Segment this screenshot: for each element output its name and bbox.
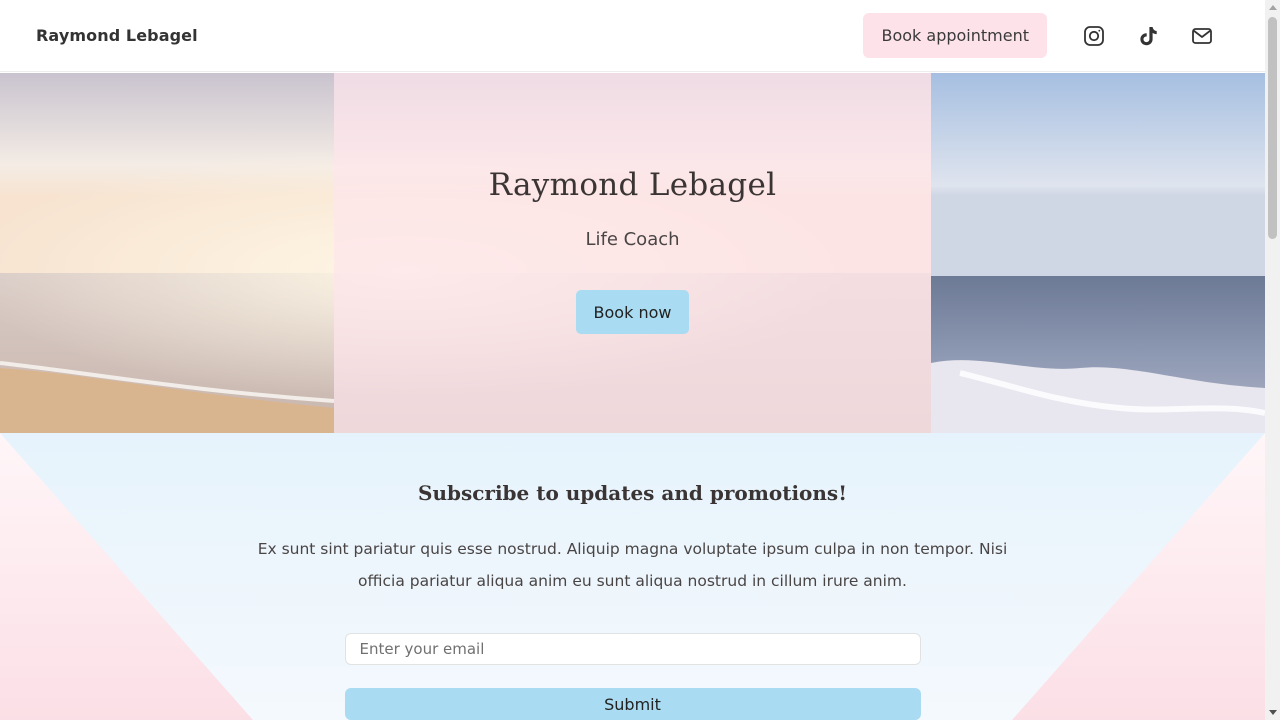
subscribe-title: Subscribe to updates and promotions! xyxy=(418,481,847,505)
vertical-scrollbar[interactable] xyxy=(1265,0,1280,720)
header-actions: Book appointment xyxy=(863,13,1229,58)
mail-icon xyxy=(1192,27,1212,44)
subscribe-content: Subscribe to updates and promotions! Ex … xyxy=(0,433,1265,720)
site-header: Raymond Lebagel Book appointment xyxy=(0,0,1265,72)
subscribe-section: Subscribe to updates and promotions! Ex … xyxy=(0,433,1265,720)
hero-subtitle: Life Coach xyxy=(585,229,680,250)
instagram-link[interactable] xyxy=(1067,16,1121,56)
book-appointment-button[interactable]: Book appointment xyxy=(863,13,1047,58)
scrollbar-thumb[interactable] xyxy=(1268,17,1277,239)
subscribe-description: Ex sunt sint pariatur quis esse nostrud.… xyxy=(257,540,1008,590)
hero-section: Raymond Lebagel Life Coach Book now xyxy=(0,73,1265,433)
hero-content: Raymond Lebagel Life Coach Book now xyxy=(334,73,931,433)
hero-title: Raymond Lebagel xyxy=(488,167,777,203)
tiktok-icon xyxy=(1140,26,1157,45)
scroll-down-arrow-icon[interactable] xyxy=(1265,705,1280,720)
book-now-button[interactable]: Book now xyxy=(575,290,690,334)
social-links xyxy=(1067,16,1229,56)
submit-button[interactable]: Submit xyxy=(344,688,921,720)
email-link[interactable] xyxy=(1175,16,1229,56)
tiktok-link[interactable] xyxy=(1121,16,1175,56)
scroll-up-arrow-icon[interactable] xyxy=(1265,0,1280,15)
brand-name[interactable]: Raymond Lebagel xyxy=(36,26,198,45)
email-input[interactable] xyxy=(344,633,921,666)
instagram-icon xyxy=(1084,25,1104,46)
